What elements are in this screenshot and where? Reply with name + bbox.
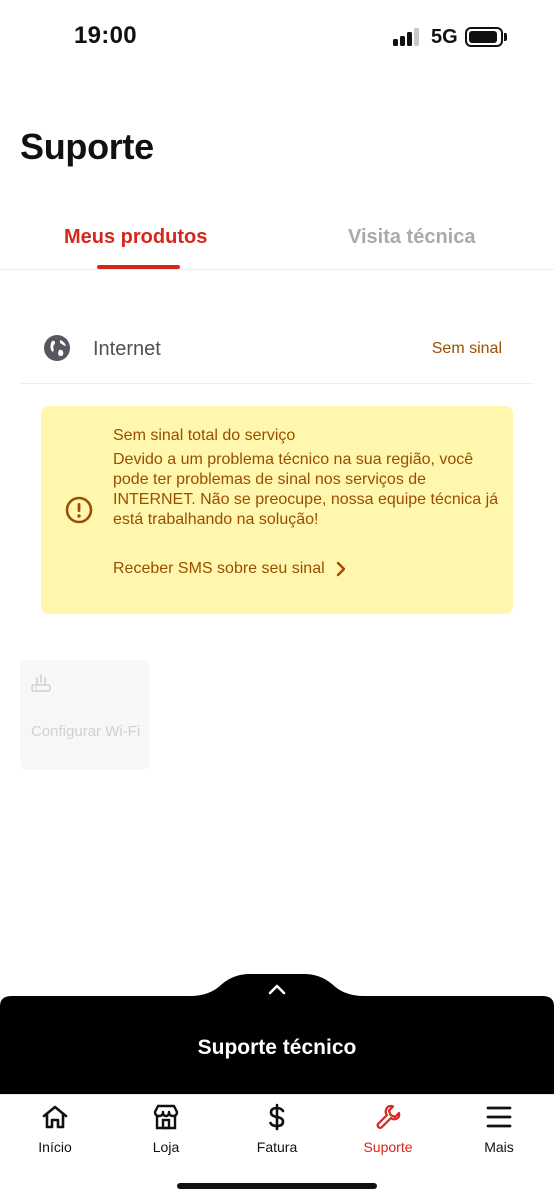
- router-icon: [31, 674, 51, 692]
- nav-label-mais: Mais: [484, 1139, 514, 1155]
- battery-icon: [465, 27, 503, 47]
- active-tab-indicator: [97, 265, 180, 269]
- warning-circle-icon: [65, 496, 93, 524]
- status-time: 19:00: [74, 22, 137, 49]
- signal-icon: [393, 28, 423, 46]
- home-icon: [42, 1105, 68, 1129]
- nav-label-inicio: Início: [38, 1139, 72, 1155]
- receive-sms-link[interactable]: Receber SMS sobre seu sinal: [113, 560, 347, 578]
- receive-sms-label: Receber SMS sobre seu sinal: [113, 560, 325, 577]
- tab-visita-tecnica[interactable]: Visita técnica: [348, 226, 475, 249]
- nav-label-fatura: Fatura: [256, 1139, 298, 1155]
- dollar-icon: [269, 1103, 285, 1131]
- store-icon: [153, 1104, 179, 1130]
- chevron-right-icon: [336, 561, 345, 577]
- tab-meus-produtos[interactable]: Meus produtos: [64, 226, 207, 249]
- tab-bar-top: Meus produtos Visita técnica: [0, 210, 554, 270]
- menu-icon: [486, 1106, 512, 1128]
- network-label: 5G: [431, 26, 458, 48]
- chevron-up-icon[interactable]: [266, 982, 288, 996]
- product-row-internet[interactable]: Internet Sem sinal: [20, 318, 534, 384]
- alert-card: Sem sinal total do serviço Devido a um p…: [41, 406, 513, 614]
- nav-item-inicio[interactable]: Início: [0, 1103, 110, 1163]
- alert-title: Sem sinal total do serviço: [113, 427, 296, 444]
- battery-cap: [504, 33, 507, 41]
- wrench-icon: [376, 1104, 401, 1129]
- alert-body: Devido a um problema técnico na sua regi…: [113, 451, 499, 528]
- product-name: Internet: [93, 338, 161, 360]
- nav-item-mais[interactable]: Mais: [444, 1103, 554, 1163]
- status-bar: 19:00 5G: [0, 0, 554, 76]
- product-status: Sem sinal: [431, 340, 502, 357]
- page-title: Suporte: [20, 126, 154, 167]
- nav-label-loja: Loja: [152, 1139, 180, 1155]
- screen: 19:00 5G Suporte Meus produtos Visita té…: [0, 0, 554, 1200]
- support-sheet[interactable]: Suporte técnico: [0, 972, 554, 1094]
- configure-wifi-tile[interactable]: Configurar Wi-Fi: [20, 660, 150, 770]
- nav-label-suporte: Suporte: [363, 1139, 413, 1155]
- nav-item-loja[interactable]: Loja: [111, 1103, 221, 1163]
- globe-icon: [44, 335, 70, 361]
- configure-wifi-label: Configurar Wi-Fi: [31, 723, 141, 740]
- nav-item-suporte[interactable]: Suporte: [333, 1103, 443, 1163]
- home-indicator: [177, 1183, 377, 1189]
- support-sheet-title: Suporte técnico: [197, 1036, 357, 1059]
- nav-item-fatura[interactable]: Fatura: [222, 1103, 332, 1163]
